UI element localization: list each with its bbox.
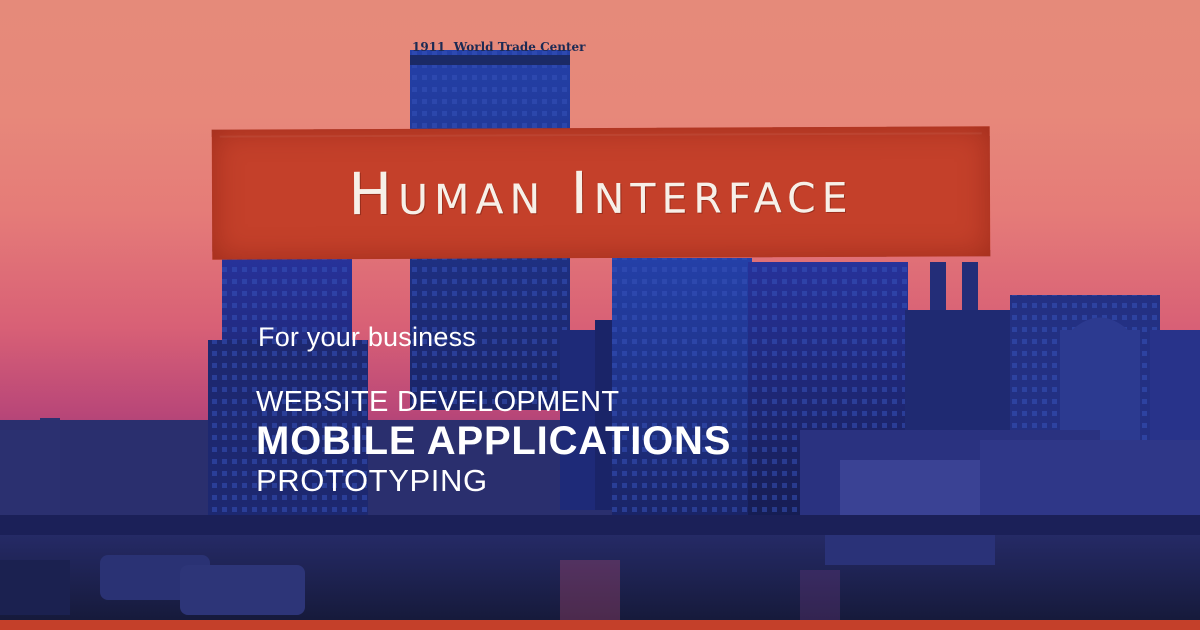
tagline: For your business	[258, 322, 476, 352]
service-website-development: Website Development	[256, 386, 620, 418]
bottom-accent-bar	[0, 620, 1200, 630]
service-prototyping: Prototyping	[256, 463, 488, 498]
service-mobile-applications: Mobile Applications	[256, 419, 732, 463]
city-skyline-background	[0, 50, 1200, 630]
services-list: Website Development Mobile Applications …	[256, 386, 732, 498]
title-banner: Human Interface	[211, 126, 991, 260]
tower-sign: 1911 World Trade Center	[412, 40, 586, 54]
headline: Human Interface	[348, 157, 854, 229]
ad-banner-image: 1911 World Trade Center Human Interface …	[0, 0, 1200, 630]
